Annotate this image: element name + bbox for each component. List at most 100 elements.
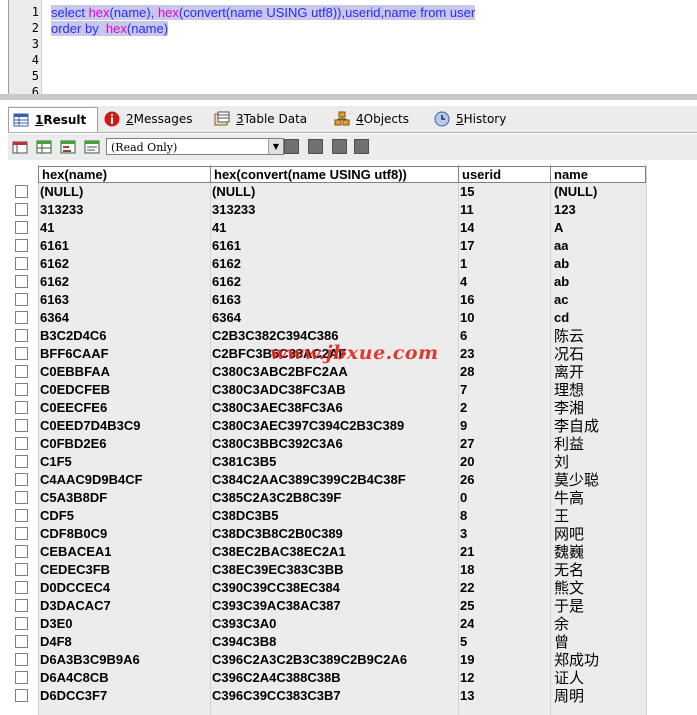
cell-name[interactable]: ab [554,273,569,291]
table-row[interactable]: C5A3B8DF C385C2A3C2B8C39F 0 牛高 [8,489,648,507]
table-row[interactable]: C0EDCFEB C380C3ADC38FC3AB 7 理想 [8,381,648,399]
row-checkbox[interactable] [15,239,28,252]
table-row[interactable]: D6A4C8CB C396C2A4C388C38B 12 证人 [8,669,648,687]
table-row[interactable]: 313233 313233 11 123 [8,201,648,219]
cell-hex-name[interactable]: D6A3B3C9B9A6 [40,651,140,669]
table-row[interactable]: D3E0 C393C3A0 24 余 [8,615,648,633]
cell-userid[interactable]: 24 [460,615,474,633]
cell-hex-convert[interactable]: C385C2A3C2B8C39F [212,489,341,507]
tab-result[interactable]: 1 Result [8,107,98,132]
cell-userid[interactable]: 1 [460,255,467,273]
cell-userid[interactable]: 9 [460,417,467,435]
cell-hex-name[interactable]: C1F5 [40,453,72,471]
row-checkbox[interactable] [15,419,28,432]
table-row[interactable]: D6DCC3F7 C396C39CC383C3B7 13 周明 [8,687,648,705]
cell-name[interactable]: 郑成功 [554,651,599,669]
cell-hex-name[interactable]: CEDEC3FB [40,561,110,579]
cell-userid[interactable]: 2 [460,399,467,417]
cell-name[interactable]: 网吧 [554,525,584,543]
cell-userid[interactable]: 11 [460,201,474,219]
row-checkbox[interactable] [15,635,28,648]
cell-userid[interactable]: 17 [460,237,474,255]
column-header-hex-convert[interactable]: hex(convert(name USING utf8)) [210,166,459,183]
cell-hex-name[interactable]: C4AAC9D9B4CF [40,471,143,489]
cell-name[interactable]: 刘 [554,453,569,471]
tab-messages[interactable]: 2 Messages [100,107,210,131]
table-row[interactable]: CDF5 C38DC3B5 8 王 [8,507,648,525]
table-row[interactable]: 6161 6161 17 aa [8,237,648,255]
cell-hex-convert[interactable]: C380C3AEC397C394C2B3C389 [212,417,404,435]
column-header-hex-name[interactable]: hex(name) [38,166,211,183]
refresh-icon[interactable] [354,139,369,154]
row-checkbox[interactable] [15,401,28,414]
row-checkbox[interactable] [15,455,28,468]
cell-hex-convert[interactable]: C38EC39EC383C3BB [212,561,344,579]
cell-name[interactable]: ab [554,255,569,273]
row-checkbox[interactable] [15,437,28,450]
cell-userid[interactable]: 26 [460,471,474,489]
cell-name[interactable]: 熊文 [554,579,584,597]
cell-userid[interactable]: 16 [460,291,474,309]
cell-name[interactable]: 况石 [554,345,584,363]
cell-hex-name[interactable]: D6A4C8CB [40,669,109,687]
chevron-down-icon[interactable]: ▼ [268,139,283,154]
cell-hex-convert[interactable]: C384C2AAC389C399C2B4C38F [212,471,406,489]
cell-userid[interactable]: 8 [460,507,467,525]
cell-userid[interactable]: 15 [460,183,474,201]
editor-horizontal-scrollbar[interactable] [0,94,697,100]
cell-hex-name[interactable]: C0EDCFEB [40,381,110,399]
cell-userid[interactable]: 7 [460,381,467,399]
cell-hex-convert[interactable]: C380C3BBC392C3A6 [212,435,343,453]
cell-name[interactable]: 无名 [554,561,584,579]
cell-hex-name[interactable]: 313233 [40,201,83,219]
delete-row-icon[interactable] [332,139,347,154]
cell-userid[interactable]: 5 [460,633,467,651]
cell-hex-name[interactable]: D6DCC3F7 [40,687,107,705]
cell-userid[interactable]: 10 [460,309,474,327]
table-row[interactable]: 6163 6163 16 ac [8,291,648,309]
cell-hex-convert[interactable]: C394C3B8 [212,633,276,651]
cell-userid[interactable]: 20 [460,453,474,471]
row-checkbox[interactable] [15,581,28,594]
cell-name[interactable]: 周明 [554,687,584,705]
cell-hex-name[interactable]: CDF5 [40,507,74,525]
row-checkbox[interactable] [15,509,28,522]
row-checkbox[interactable] [15,221,28,234]
table-row[interactable]: C4AAC9D9B4CF C384C2AAC389C399C2B4C38F 26 莫少… [8,471,648,489]
table-row[interactable]: 6162 6162 4 ab [8,273,648,291]
cell-hex-convert[interactable]: 6162 [212,255,241,273]
cell-hex-name[interactable]: 6161 [40,237,69,255]
cell-name[interactable]: 李湘 [554,399,584,417]
tab-objects[interactable]: 4 Objects [330,107,430,131]
cell-name[interactable]: 李自成 [554,417,599,435]
row-checkbox[interactable] [15,311,28,324]
cell-userid[interactable]: 6 [460,327,467,345]
cell-hex-convert[interactable]: 6163 [212,291,241,309]
cell-hex-name[interactable]: BFF6CAAF [40,345,109,363]
cell-hex-convert[interactable]: C38DC3B5 [212,507,278,525]
export-icon[interactable] [12,139,28,155]
table-row[interactable]: CEBACEA1 C38EC2BAC38EC2A1 21 魏巍 [8,543,648,561]
cell-hex-convert[interactable]: C393C39AC38AC387 [212,597,341,615]
cell-userid[interactable]: 21 [460,543,474,561]
cell-hex-convert[interactable]: C390C39CC38EC384 [212,579,340,597]
cell-userid[interactable]: 22 [460,579,474,597]
cell-name[interactable]: 陈云 [554,327,584,345]
cell-hex-name[interactable]: B3C2D4C6 [40,327,106,345]
cell-hex-convert[interactable]: 6162 [212,273,241,291]
cell-name[interactable]: 曾 [554,633,569,651]
cell-userid[interactable]: 23 [460,345,474,363]
row-checkbox[interactable] [15,653,28,666]
row-checkbox[interactable] [15,185,28,198]
table-row[interactable]: D3DACAC7 C393C39AC38AC387 25 于是 [8,597,648,615]
cell-hex-convert[interactable]: C393C3A0 [212,615,276,633]
table-row[interactable]: CDF8B0C9 C38DC3B8C2B0C389 3 网吧 [8,525,648,543]
tab-table-data[interactable]: 3 Table Data [210,107,328,131]
row-checkbox[interactable] [15,599,28,612]
row-checkbox[interactable] [15,365,28,378]
cell-hex-convert[interactable]: 313233 [212,201,255,219]
cell-name[interactable]: 理想 [554,381,584,399]
cell-userid[interactable]: 13 [460,687,474,705]
row-checkbox[interactable] [15,293,28,306]
row-checkbox[interactable] [15,689,28,702]
